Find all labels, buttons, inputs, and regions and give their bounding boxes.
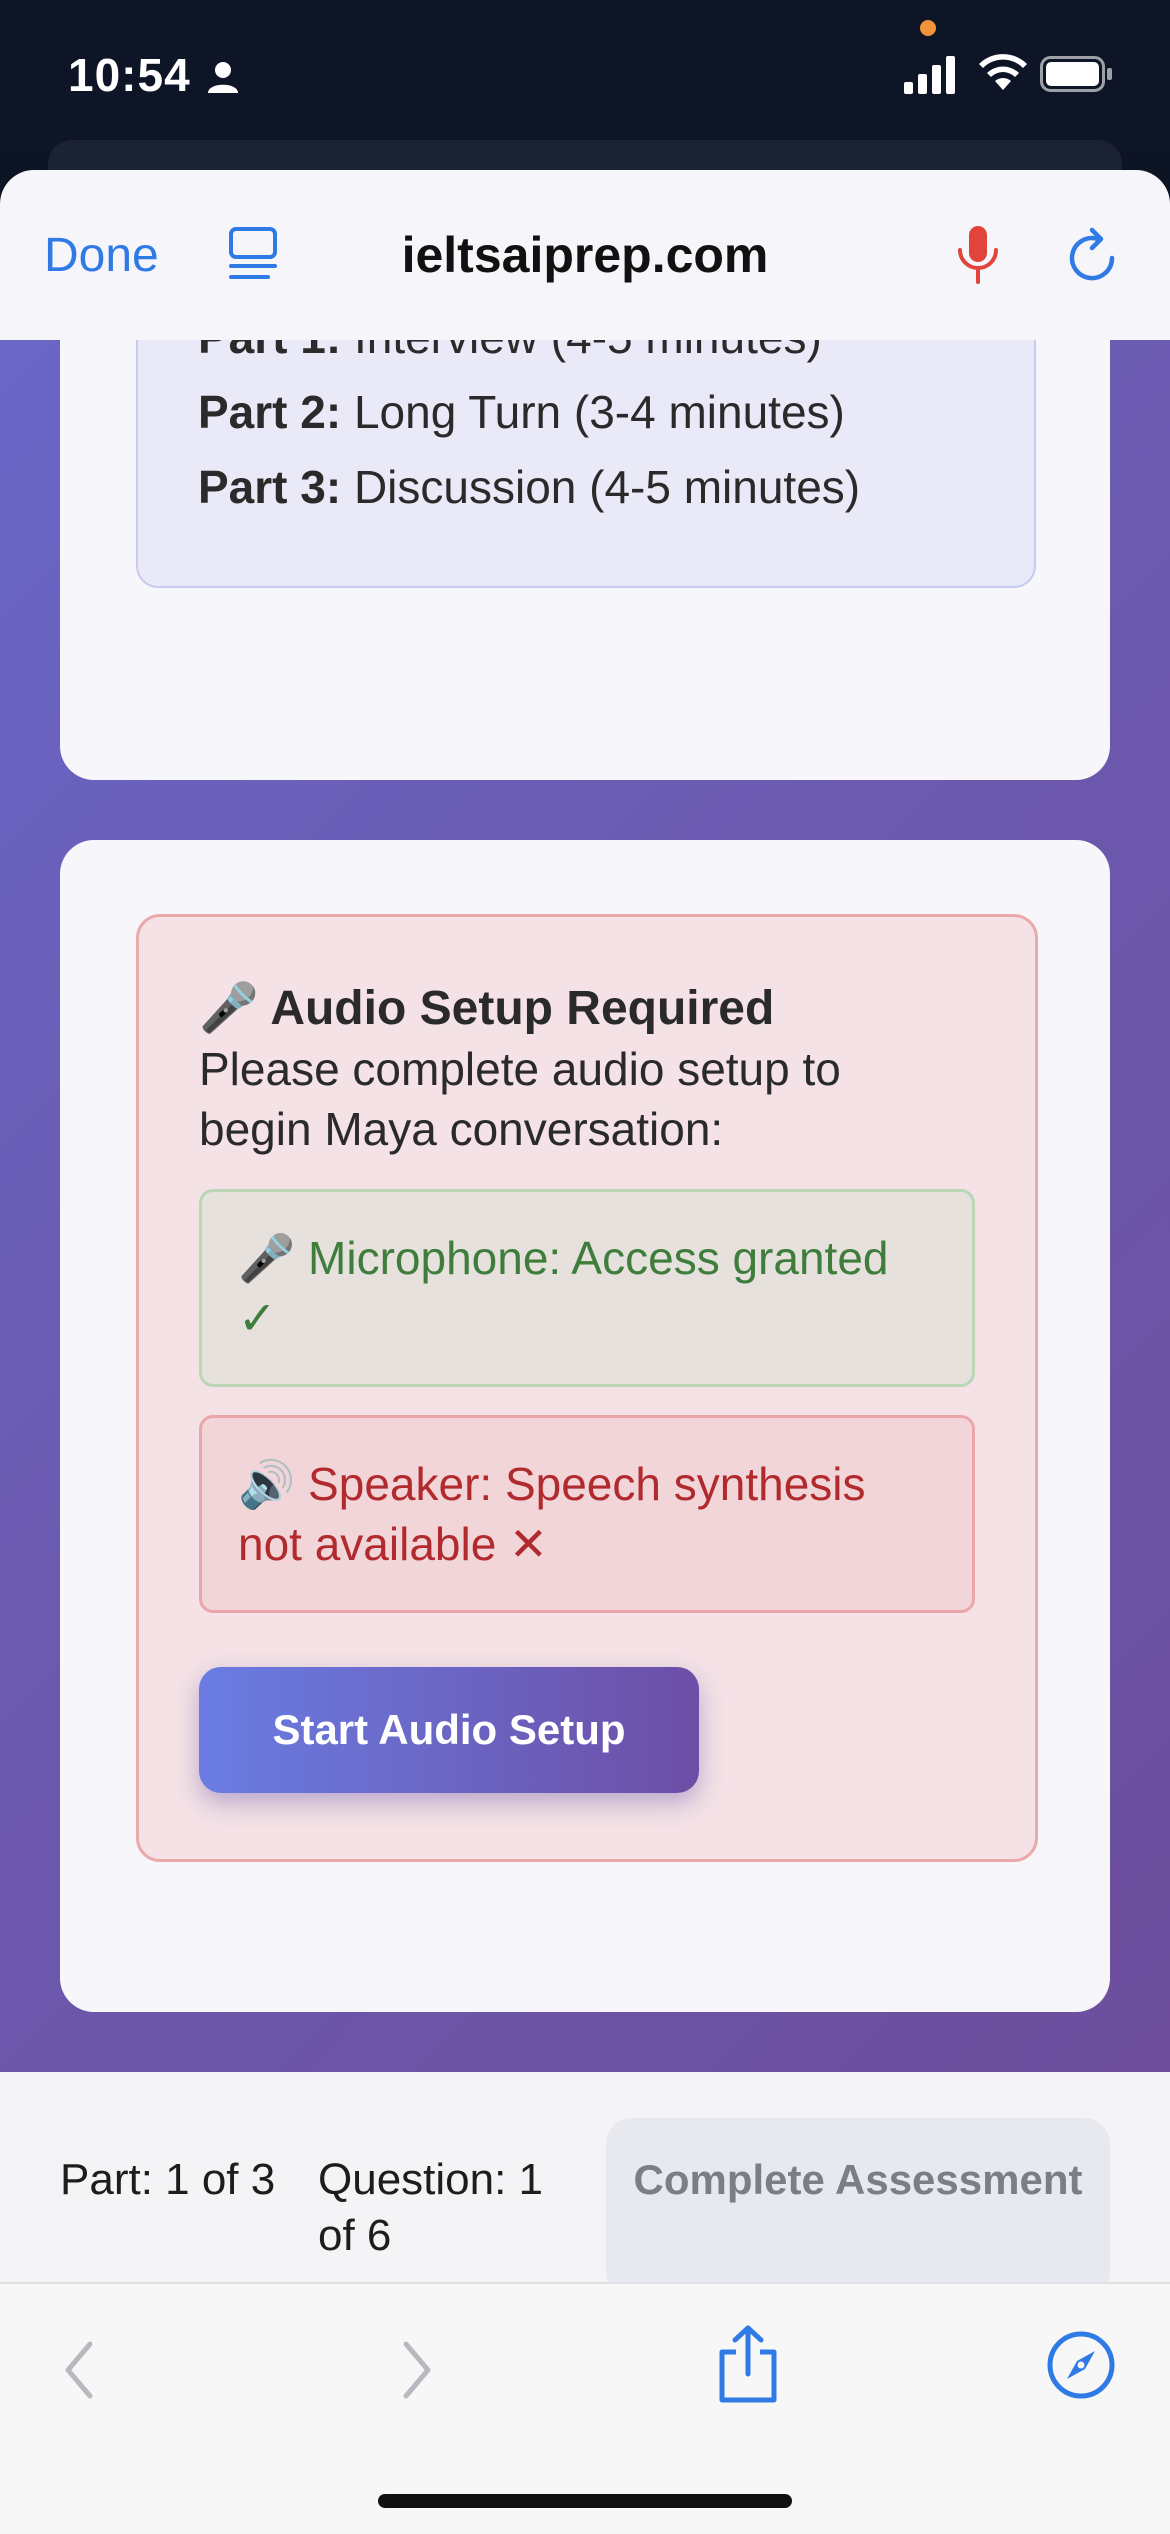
audio-setup-description: Please complete audio setup to begin May… — [199, 1043, 841, 1155]
battery-icon — [1040, 56, 1112, 92]
progress-footer: Part: 1 of 3 Question: 1 of 6 Complete A… — [0, 2072, 1170, 2298]
test-structure-card: Part 1: Interview (4-5 minutes) Part 2: … — [60, 340, 1110, 780]
audio-setup-title: 🎤 Audio Setup Required — [199, 982, 775, 1035]
person-icon — [208, 62, 238, 93]
wifi-icon — [979, 54, 1027, 90]
part-1-line: Part 1: Interview (4-5 minutes) — [198, 340, 822, 364]
microphone-status-text: 🎤 Microphone: Access granted ✓ — [238, 1232, 889, 1344]
compass-icon[interactable] — [1046, 2330, 1116, 2400]
start-audio-setup-button[interactable]: Start Audio Setup — [199, 1667, 699, 1793]
browser-toolbar — [0, 2282, 1170, 2534]
recording-indicator-dot — [920, 20, 936, 36]
back-icon[interactable] — [60, 2338, 100, 2402]
complete-assessment-button[interactable]: Complete Assessment — [606, 2118, 1110, 2298]
web-page-content: Part 1: Interview (4-5 minutes) Part 2: … — [0, 340, 1170, 2072]
question-progress: Question: 1 of 6 — [318, 2155, 544, 2260]
microphone-icon[interactable] — [955, 224, 1001, 286]
reload-icon[interactable] — [1064, 226, 1120, 286]
speaker-status-box: 🔊 Speaker: Speech synthesis not availabl… — [199, 1415, 975, 1613]
speaker-status-text: 🔊 Speaker: Speech synthesis not availabl… — [238, 1458, 866, 1570]
forward-icon[interactable] — [396, 2338, 436, 2402]
audio-setup-card: 🎤 Audio Setup Required Please complete a… — [60, 840, 1110, 2012]
microphone-status-box: 🎤 Microphone: Access granted ✓ — [199, 1189, 975, 1387]
audio-setup-alert: 🎤 Audio Setup Required Please complete a… — [136, 914, 1038, 1862]
share-icon[interactable] — [716, 2324, 780, 2404]
cellular-signal-icon — [904, 56, 955, 94]
part-progress: Part: 1 of 3 — [60, 2155, 276, 2204]
part-3-line: Part 3: Discussion (4-5 minutes) — [198, 461, 861, 513]
status-time: 10:54 — [68, 49, 191, 101]
home-indicator — [378, 2494, 792, 2508]
part-2-line: Part 2: Long Turn (3-4 minutes) — [198, 386, 845, 438]
status-bar: 10:54 — [0, 0, 1170, 150]
browser-header: Done ieltsaiprep.com — [0, 170, 1170, 340]
test-parts-box: Part 1: Interview (4-5 minutes) Part 2: … — [136, 340, 1036, 588]
